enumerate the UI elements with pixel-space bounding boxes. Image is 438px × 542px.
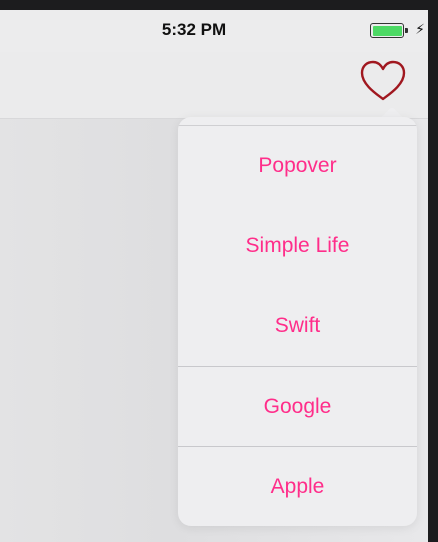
heart-button[interactable] xyxy=(358,58,408,104)
popover-menu: Popover Simple Life Swift Google Apple xyxy=(178,117,417,526)
menu-item-swift[interactable]: Swift xyxy=(178,286,417,366)
status-time: 5:32 PM xyxy=(161,20,227,39)
menu-item-simple-life[interactable]: Simple Life xyxy=(178,206,417,286)
heart-icon xyxy=(360,60,406,101)
status-bar: 5:32 PM ⚡ xyxy=(0,10,428,52)
navigation-bar xyxy=(0,52,428,119)
battery-icon xyxy=(370,23,408,38)
menu-item-popover[interactable]: Popover xyxy=(178,126,417,206)
app-screen: 5:32 PM ⚡ Popover Simple Life Swift Goog… xyxy=(0,10,428,542)
popover-top-divider xyxy=(178,117,417,126)
menu-item-apple[interactable]: Apple xyxy=(178,446,417,526)
battery-nub xyxy=(405,28,408,33)
charging-icon: ⚡ xyxy=(415,21,425,37)
menu-item-google[interactable]: Google xyxy=(178,366,417,446)
battery-level xyxy=(372,25,402,36)
